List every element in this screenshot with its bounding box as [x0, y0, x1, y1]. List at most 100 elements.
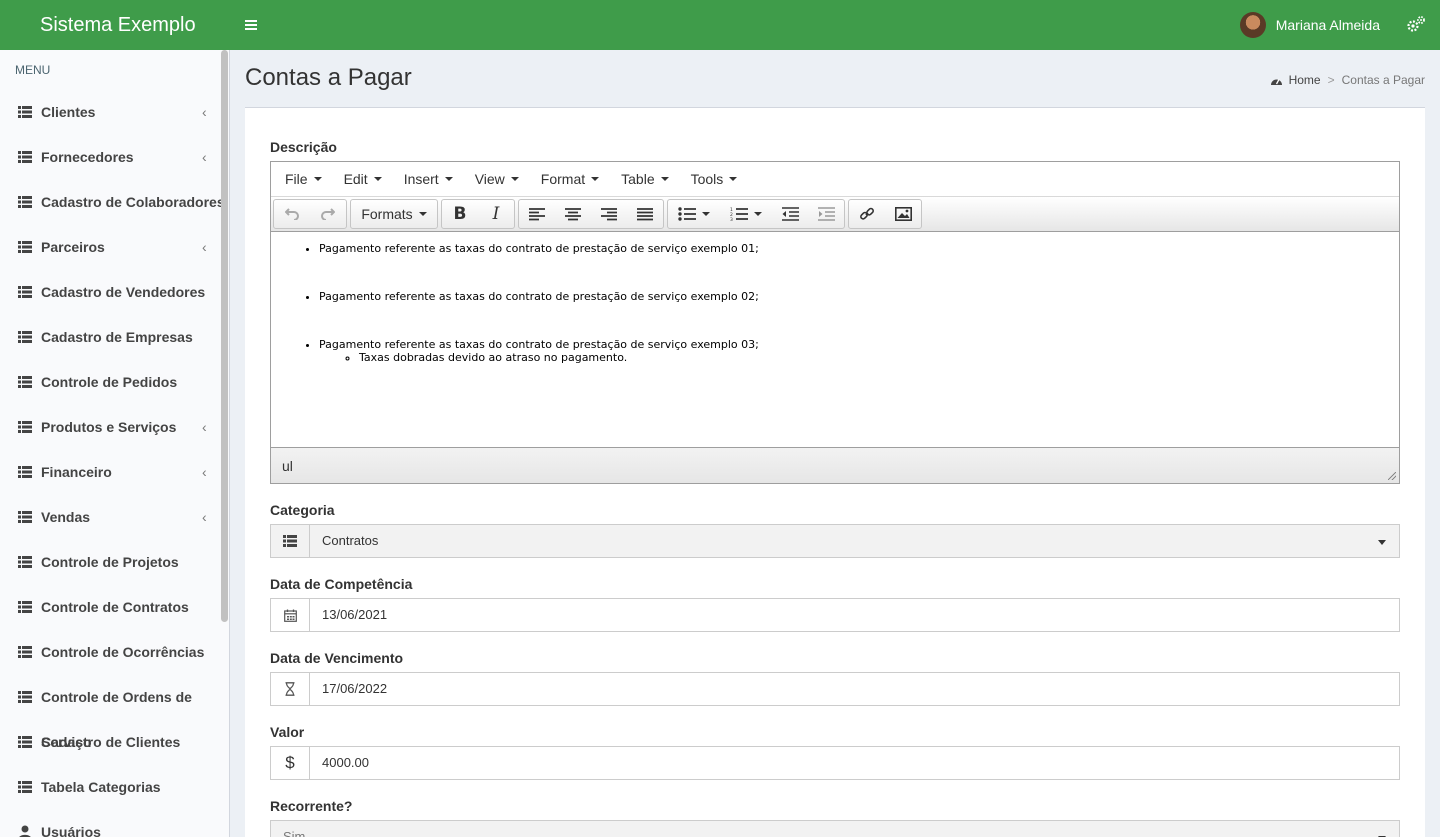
chevron-down-icon: [373, 177, 382, 181]
user-menu[interactable]: Mariana Almeida: [1239, 12, 1380, 38]
redo-button[interactable]: [310, 200, 346, 228]
sidebar: MENU Clientes ‹ Fornecedores ‹ Cadastro de C…: [0, 50, 230, 837]
editor-content-area[interactable]: Pagamento referente as taxas do contrato…: [271, 232, 1399, 447]
align-left-button[interactable]: [519, 200, 555, 228]
align-right-button[interactable]: [591, 200, 627, 228]
list-icon: [18, 151, 32, 163]
list-icon: [18, 511, 32, 523]
chevron-left-icon: ‹: [202, 509, 207, 525]
data-competencia-field[interactable]: 13/06/2021: [270, 598, 1400, 632]
sidebar-item[interactable]: Cadastro de Colaboradores: [0, 180, 229, 225]
breadcrumb: Home > Contas a Pagar: [1270, 73, 1425, 87]
outdent-button[interactable]: [772, 200, 808, 228]
sidebar-item[interactable]: Produtos e Serviços ‹: [0, 405, 229, 450]
sidebar-item-label: Clientes: [41, 104, 96, 120]
sidebar-item[interactable]: Vendas ‹: [0, 495, 229, 540]
bullet-list-button[interactable]: [668, 200, 720, 228]
align-center-button[interactable]: [555, 200, 591, 228]
editor-menu-tools[interactable]: Tools: [680, 171, 749, 187]
sidebar-item-label: Cadastro de Colaboradores: [41, 194, 225, 210]
element-path[interactable]: ul: [282, 458, 293, 474]
list-icon: [18, 691, 32, 703]
sidebar-item[interactable]: Clientes ‹: [0, 90, 229, 135]
descricao-label: Descrição: [270, 139, 337, 155]
resize-handle-icon[interactable]: [1388, 472, 1396, 480]
breadcrumb-home-link[interactable]: Home: [1289, 73, 1321, 87]
sidebar-item[interactable]: Cadastro de Empresas: [0, 315, 229, 360]
avatar: [1239, 12, 1266, 38]
data-vencimento-field[interactable]: 17/06/2022: [270, 672, 1400, 706]
brand-logo[interactable]: Sistema Exemplo: [0, 0, 230, 50]
editor-menu-format[interactable]: Format: [530, 171, 610, 187]
sidebar-item[interactable]: Controle de Projetos: [0, 540, 229, 585]
valor-value: 4000.00: [322, 755, 369, 770]
bold-button[interactable]: B: [442, 200, 478, 228]
sidebar-item[interactable]: Cadastro de Vendedores: [0, 270, 229, 315]
recorrente-select[interactable]: Sim: [270, 820, 1400, 837]
sidebar-item[interactable]: Controle de Contratos: [0, 585, 229, 630]
italic-button[interactable]: I: [478, 200, 514, 228]
sidebar-item[interactable]: Controle de Ocorrências: [0, 630, 229, 675]
indent-icon: [817, 207, 835, 221]
editor-menu-edit[interactable]: Edit: [333, 171, 393, 187]
valor-field[interactable]: $ 4000.00: [270, 746, 1400, 780]
link-icon: [860, 207, 874, 220]
sidebar-item-label: Controle de Pedidos: [41, 374, 178, 390]
dollar-icon: $: [271, 747, 310, 779]
sidebar-item-label: Financeiro: [41, 464, 112, 480]
data-competencia-addon: [271, 599, 310, 631]
sidebar-item[interactable]: Controle de Pedidos: [0, 360, 229, 405]
data-competencia-value: 13/06/2021: [322, 607, 388, 622]
categoria-select[interactable]: Contratos: [270, 524, 1400, 558]
gears-icon[interactable]: [1406, 15, 1426, 35]
undo-button[interactable]: [274, 200, 310, 228]
align-right-icon: [601, 207, 617, 220]
list-icon: [18, 421, 32, 433]
calendar-icon: [283, 609, 297, 622]
chevron-down-icon: [754, 212, 762, 216]
sidebar-item[interactable]: Tabela Categorias: [0, 765, 229, 810]
sidebar-item[interactable]: Fornecedores ‹: [0, 135, 229, 180]
sidebar-item[interactable]: Financeiro ‹: [0, 450, 229, 495]
sidebar-item-label: Controle de Ocorrências: [41, 644, 205, 660]
editor-menu-label: File: [285, 171, 308, 187]
list-item: Pagamento referente as taxas do contrato…: [319, 338, 1399, 364]
editor-menu-file[interactable]: File: [274, 171, 333, 187]
text-style-group: B I: [441, 199, 515, 229]
editor-menu-insert[interactable]: Insert: [393, 171, 464, 187]
page-title: Contas a Pagar: [245, 64, 412, 91]
editor-menu-label: View: [474, 171, 505, 187]
chevron-down-icon: [1378, 540, 1386, 545]
chevron-down-icon: [510, 177, 519, 181]
sidebar-item[interactable]: Usuários: [0, 810, 229, 837]
sidebar-item-label: Controle de Contratos: [41, 599, 189, 615]
list-icon: [18, 196, 32, 208]
menu-header: MENU: [15, 63, 51, 77]
numbered-list-icon: 123: [730, 207, 748, 221]
image-button[interactable]: [885, 200, 921, 228]
formats-dropdown[interactable]: Formats: [351, 200, 437, 228]
sidebar-toggle-button[interactable]: [238, 12, 264, 38]
numbered-list-button[interactable]: 123: [720, 200, 772, 228]
sidebar-item-label: Vendas: [41, 509, 91, 525]
valor-label: Valor: [270, 724, 305, 740]
indent-button[interactable]: [808, 200, 844, 228]
chevron-down-icon: [444, 177, 453, 181]
link-button[interactable]: [849, 200, 885, 228]
align-center-icon: [565, 207, 581, 220]
sidebar-item[interactable]: Controle de Ordens de Serviço: [0, 675, 229, 750]
categoria-value: Contratos: [322, 533, 379, 548]
sidebar-item[interactable]: Parceiros ‹: [0, 225, 229, 270]
list-icon: [18, 556, 32, 568]
editor-menu-table[interactable]: Table: [610, 171, 679, 187]
chevron-left-icon: ‹: [202, 104, 207, 120]
sidebar-scrollbar[interactable]: [221, 50, 228, 622]
editor-menu-label: Edit: [343, 171, 368, 187]
redo-icon: [321, 208, 335, 220]
sidebar-item[interactable]: Cadastro de Clientes: [0, 720, 229, 765]
list-icon: [18, 331, 32, 343]
editor-menu-view[interactable]: View: [464, 171, 530, 187]
list-icon: [18, 646, 32, 658]
align-justify-button[interactable]: [627, 200, 663, 228]
chevron-down-icon: [660, 177, 669, 181]
